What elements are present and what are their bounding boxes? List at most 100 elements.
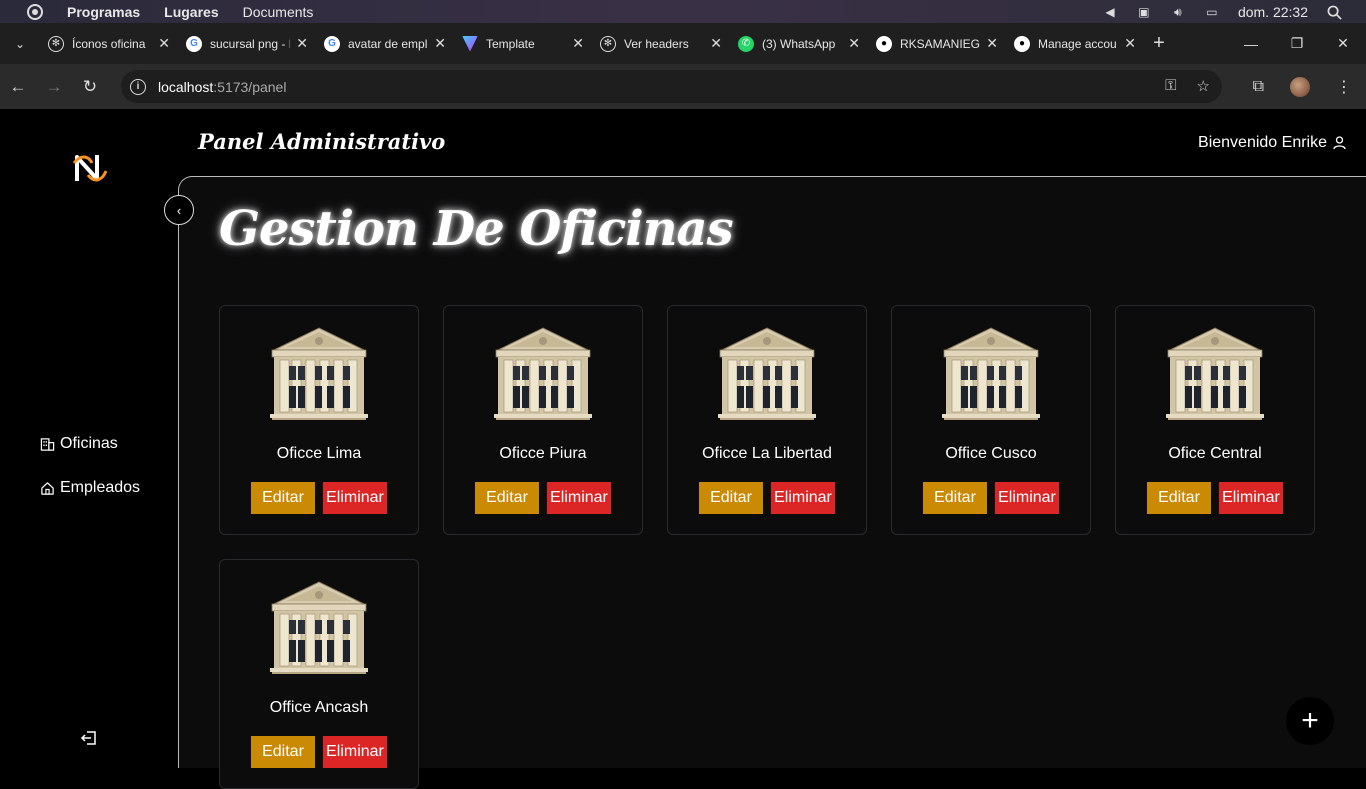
- edit-button[interactable]: Editar: [251, 482, 315, 514]
- profile-avatar[interactable]: [1290, 76, 1310, 97]
- tab-title: Ver headers: [624, 36, 689, 51]
- new-tab-button[interactable]: +: [1144, 32, 1174, 55]
- close-tab-icon[interactable]: ✕: [158, 35, 170, 52]
- sidebar-item-empleados[interactable]: Empleados: [40, 479, 140, 497]
- office-card: Ofice Central Editar Eliminar: [1115, 305, 1315, 535]
- reload-icon[interactable]: ↻: [72, 77, 108, 97]
- google-icon: G: [324, 35, 340, 52]
- chevron-left-icon: ‹: [176, 202, 182, 218]
- forward-icon[interactable]: →: [36, 77, 72, 97]
- brand-logo[interactable]: [72, 151, 108, 185]
- office-building-icon: [494, 327, 592, 420]
- card-actions: Editar Eliminar: [1147, 482, 1283, 514]
- tab-title: (3) WhatsApp: [762, 36, 836, 51]
- edit-button[interactable]: Editar: [1147, 482, 1211, 514]
- card-actions: Editar Eliminar: [923, 482, 1059, 514]
- close-tab-icon[interactable]: ✕: [572, 35, 584, 52]
- card-actions: Editar Eliminar: [251, 482, 387, 514]
- office-card: Oficce La Libertad Editar Eliminar: [667, 305, 867, 535]
- office-building-icon: [718, 327, 816, 420]
- volume-icon[interactable]: 🔊︎: [1170, 5, 1186, 19]
- os-menu-lugares[interactable]: Lugares: [164, 4, 218, 20]
- network-icon[interactable]: ▣: [1136, 5, 1152, 19]
- close-tab-icon[interactable]: ✕: [710, 35, 722, 52]
- os-top-bar: Programas Lugares Documents ◀ ▣ 🔊︎ ▭ dom…: [0, 0, 1366, 23]
- os-menu-documents[interactable]: Documents: [243, 4, 314, 20]
- sidebar-item-oficinas[interactable]: Oficinas: [40, 435, 118, 453]
- card-actions: Editar Eliminar: [475, 482, 611, 514]
- plus-icon: +: [1301, 704, 1319, 737]
- office-card: Office Ancash Editar Eliminar: [219, 559, 419, 789]
- close-tab-icon[interactable]: ✕: [296, 35, 308, 52]
- card-actions: Editar Eliminar: [251, 736, 387, 768]
- delete-button[interactable]: Eliminar: [771, 482, 835, 514]
- os-menu-icon[interactable]: [27, 3, 43, 20]
- browser-tab[interactable]: ● RKSAMANIEGO ✕: [868, 27, 1006, 60]
- office-name: Oficce Lima: [276, 445, 362, 462]
- restore-icon[interactable]: ❐: [1274, 35, 1320, 52]
- tab-search-icon[interactable]: ⌄: [0, 37, 40, 51]
- edit-button[interactable]: Editar: [923, 482, 987, 514]
- office-building-icon: [1166, 327, 1264, 420]
- office-card: Office Cusco Editar Eliminar: [891, 305, 1091, 535]
- browser-tab[interactable]: ✆ (3) WhatsApp ✕: [730, 27, 868, 60]
- browser-tab[interactable]: ● Manage accou ✕: [1006, 27, 1144, 60]
- office-name: Oficce Piura: [499, 445, 587, 462]
- github-icon: ●: [876, 35, 892, 52]
- delete-button[interactable]: Eliminar: [547, 482, 611, 514]
- browser-menu-icon[interactable]: ⋮: [1336, 77, 1352, 97]
- tab-title: sucursal png - B: [210, 36, 290, 51]
- os-menu-programas[interactable]: Programas: [67, 4, 140, 20]
- display-icon[interactable]: ▭: [1204, 5, 1220, 19]
- password-key-icon[interactable]: ⚿: [1165, 77, 1176, 95]
- clock[interactable]: dom. 22:32: [1238, 4, 1308, 20]
- delete-button[interactable]: Eliminar: [323, 736, 387, 768]
- sidebar: Oficinas Empleados: [0, 109, 178, 768]
- user-icon: [1333, 136, 1346, 150]
- arrow-left-icon[interactable]: ◀: [1102, 5, 1118, 19]
- close-tab-icon[interactable]: ✕: [1124, 35, 1136, 52]
- office-building-icon: [270, 581, 368, 674]
- edit-button[interactable]: Editar: [251, 736, 315, 768]
- browser-tab[interactable]: Gsucursal png - B ✕: [178, 27, 316, 60]
- whatsapp-icon: ✆: [738, 35, 754, 52]
- office-building-icon: [942, 327, 1040, 420]
- close-window-icon[interactable]: ✕: [1320, 35, 1366, 52]
- edit-button[interactable]: Editar: [699, 482, 763, 514]
- close-tab-icon[interactable]: ✕: [434, 35, 446, 52]
- building-icon: [40, 437, 55, 451]
- address-bar[interactable]: i localhost:5173/panel ⚿ ☆: [121, 70, 1222, 103]
- url-path: :5173/panel: [213, 78, 287, 95]
- extensions-icon[interactable]: ⧉: [1253, 78, 1264, 96]
- bookmark-star-icon[interactable]: ☆: [1197, 77, 1210, 95]
- close-tab-icon[interactable]: ✕: [848, 35, 860, 52]
- tab-title: avatar de empl: [348, 36, 428, 51]
- edit-button[interactable]: Editar: [475, 482, 539, 514]
- delete-button[interactable]: Eliminar: [323, 482, 387, 514]
- app-root: Oficinas Empleados Panel Administrativo …: [0, 109, 1366, 789]
- card-actions: Editar Eliminar: [699, 482, 835, 514]
- back-icon[interactable]: ←: [0, 77, 36, 97]
- browser-tab[interactable]: ✻ Íconos oficina ✕: [40, 27, 178, 60]
- office-name: Office Ancash: [269, 699, 369, 716]
- minimize-icon[interactable]: —: [1228, 36, 1274, 52]
- site-info-icon[interactable]: i: [130, 78, 146, 95]
- tab-title: Íconos oficina: [72, 36, 146, 51]
- search-icon[interactable]: [1326, 5, 1342, 20]
- collapse-sidebar-button[interactable]: ‹: [164, 195, 194, 225]
- sidebar-item-label: Oficinas: [60, 435, 118, 452]
- add-office-button[interactable]: +: [1286, 697, 1334, 745]
- delete-button[interactable]: Eliminar: [995, 482, 1059, 514]
- user-greeting[interactable]: Bienvenido Enrike: [1198, 134, 1346, 152]
- logout-icon[interactable]: [80, 729, 98, 747]
- browser-tab[interactable]: Template ✕: [454, 27, 592, 60]
- browser-tab[interactable]: ✻ Ver headers ✕: [592, 27, 730, 60]
- browser-tab[interactable]: Gavatar de empl ✕: [316, 27, 454, 60]
- openai-icon: ✻: [48, 35, 64, 52]
- vite-icon: [462, 35, 478, 52]
- page-title: Gestion De Oficinas: [219, 201, 734, 257]
- github-icon: ●: [1014, 35, 1030, 52]
- main-content: Gestion De Oficinas Oficce Lima Editar Eli…: [178, 176, 1366, 789]
- delete-button[interactable]: Eliminar: [1219, 482, 1283, 514]
- close-tab-icon[interactable]: ✕: [986, 35, 998, 52]
